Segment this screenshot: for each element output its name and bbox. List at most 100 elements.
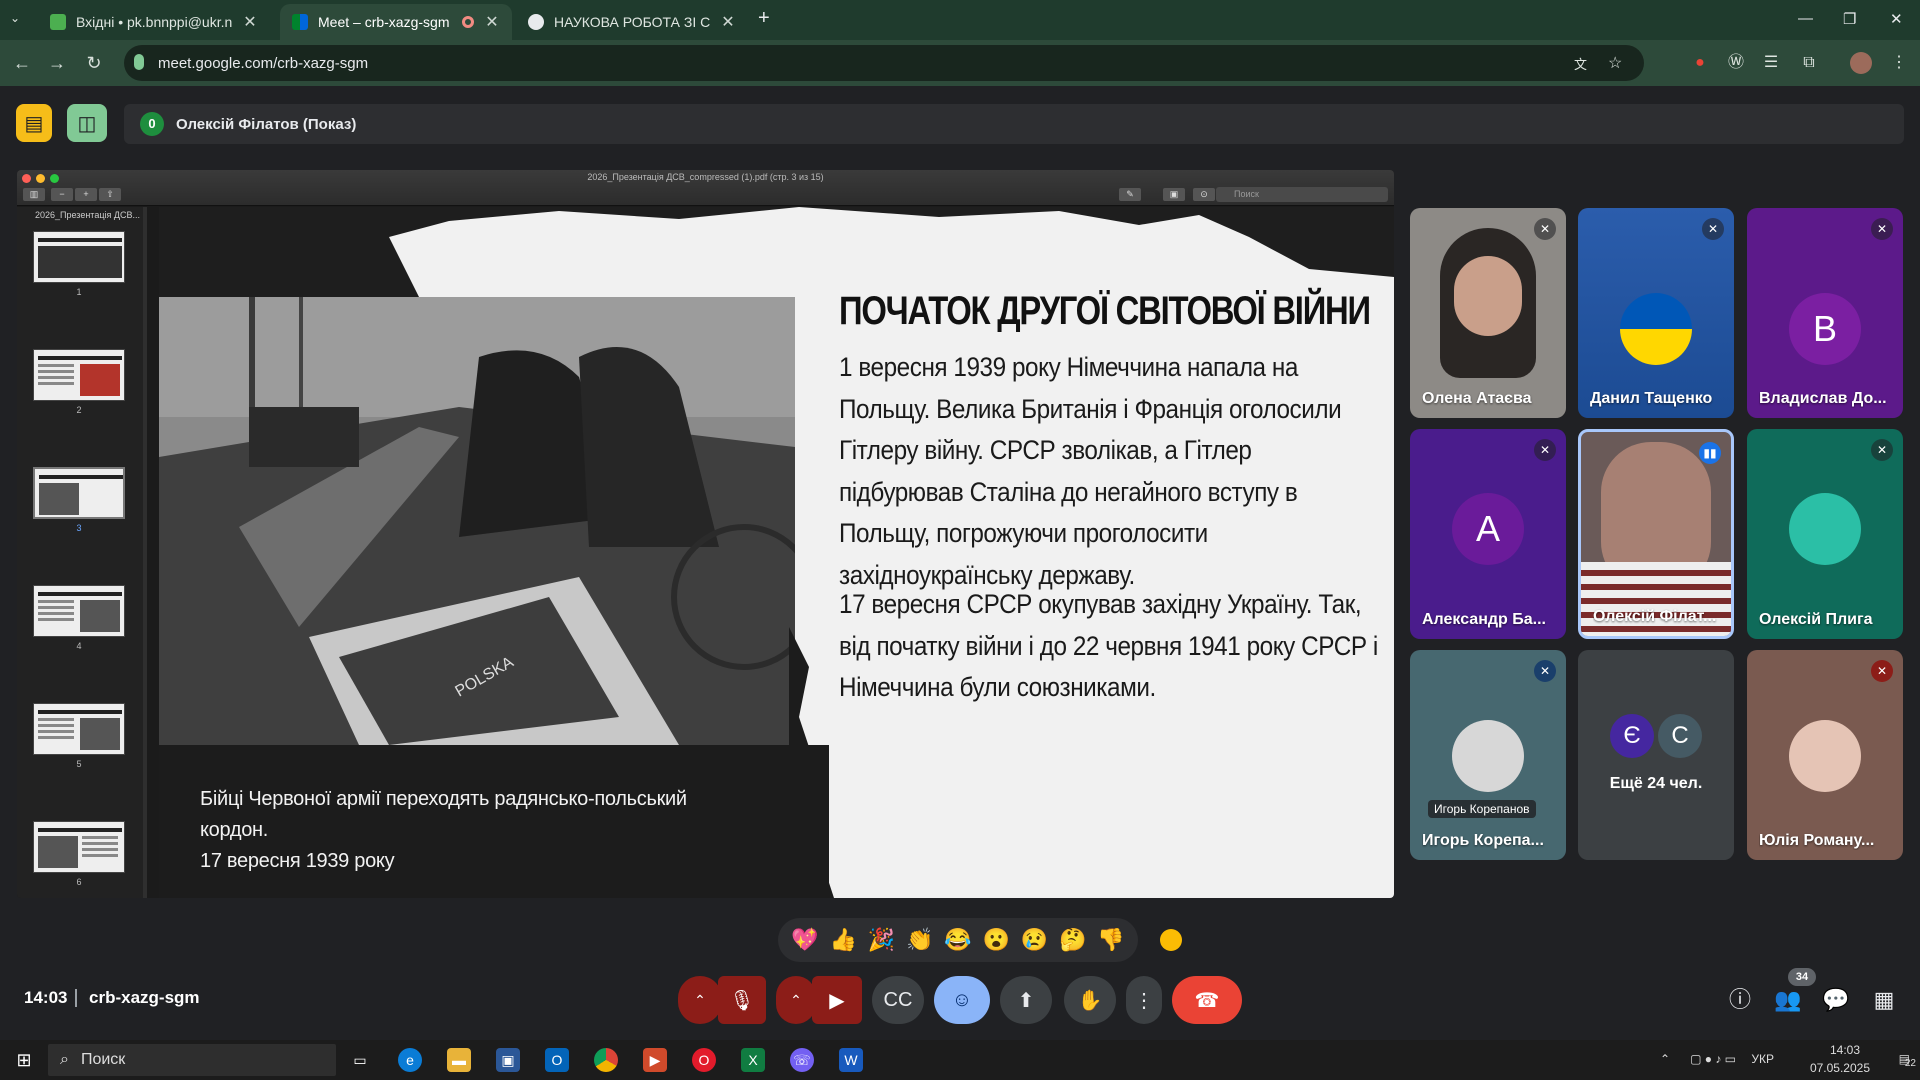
new-tab-button[interactable]: + [758, 7, 770, 30]
outlook-icon[interactable]: O [545, 1048, 569, 1072]
keyboard-language[interactable]: УКР [1751, 1052, 1774, 1066]
thumbnail-2 [33, 349, 125, 401]
task-view-icon[interactable]: ▭ [348, 1048, 372, 1072]
windows-start-icon[interactable]: ⊞ [12, 1048, 36, 1072]
reaction-thumbs-up[interactable]: 👍 [827, 927, 859, 953]
tray-chevron-icon[interactable]: ⌃ [1660, 1052, 1670, 1066]
divider [75, 989, 77, 1007]
reaction-heart[interactable]: 💖 [789, 927, 821, 953]
avatar: С [1658, 714, 1702, 758]
viber-icon[interactable]: ☏ [790, 1048, 814, 1072]
restore-icon[interactable]: ❐ [1843, 10, 1856, 28]
presentation-icon: ▤ [24, 112, 44, 135]
tab-search-icon[interactable]: ⌄ [10, 11, 20, 25]
translate-icon[interactable]: 文 [1574, 54, 1587, 73]
profile-avatar[interactable] [1850, 52, 1872, 74]
avatar [1620, 293, 1692, 365]
activities-grid-icon[interactable]: ▦ [1870, 986, 1898, 1014]
participant-name: Игорь Корепа... [1422, 832, 1544, 849]
photo-caption: Бійці Червоної армії переходять радянськ… [200, 784, 760, 877]
extension-red-icon[interactable]: ● [1689, 52, 1711, 74]
participant-tile[interactable]: ✕ Олена Атаєва [1410, 208, 1566, 418]
more-participants-label: Ещё 24 чел. [1609, 775, 1703, 792]
edge-icon[interactable]: e [398, 1048, 422, 1072]
address-bar[interactable]: meet.google.com/crb-xazg-sgm ☆ 文 [124, 45, 1644, 81]
file-explorer-icon[interactable]: ▬ [447, 1048, 471, 1072]
back-icon[interactable]: ← [10, 51, 34, 75]
taskbar-date[interactable]: 07.05.2025 [1810, 1061, 1870, 1075]
taskbar-time[interactable]: 14:03 [1830, 1043, 1860, 1057]
skin-tone-button[interactable] [1160, 929, 1182, 951]
participant-tile[interactable]: ✕ Олексій Плига [1747, 429, 1903, 639]
participant-tile[interactable]: В ✕ Владислав До... [1747, 208, 1903, 418]
more-options-button[interactable]: ⋮ [1126, 976, 1162, 1024]
share-icon: ⇧ [99, 188, 121, 201]
markup-icon: ✎ [1119, 188, 1141, 201]
chat-icon[interactable]: 💬 [1822, 986, 1850, 1014]
reaction-party[interactable]: 🎉 [866, 927, 898, 953]
tab-mail[interactable]: Вхідні • pk.bnnppi@ukr.net ✕ [38, 4, 270, 40]
extension-w-icon[interactable]: Ⓦ [1725, 52, 1747, 74]
presenter-bar: 0 Олексій Філатов (Показ) [124, 104, 1904, 144]
video-options-button[interactable]: ⌃ [776, 976, 816, 1024]
avatar [1789, 720, 1861, 792]
participant-name: Олексій Плига [1759, 611, 1873, 628]
tab-research[interactable]: НАУКОВА РОБОТА ЗІ СТУДЕНТ ✕ [516, 4, 748, 40]
participant-name: Юлія Роману... [1759, 832, 1875, 849]
excel-icon[interactable]: X [741, 1048, 765, 1072]
participant-tile[interactable]: ✕ Юлія Роману... [1747, 650, 1903, 860]
mic-toggle-button[interactable]: 🎙 [718, 976, 766, 1024]
present-button[interactable]: ⬆ [1000, 976, 1052, 1024]
close-icon[interactable]: ✕ [720, 12, 736, 32]
reaction-sad[interactable]: 😢 [1018, 927, 1050, 953]
participant-tile[interactable]: ✕ Данил Тащенко [1578, 208, 1734, 418]
reaction-clap[interactable]: 👏 [904, 927, 936, 953]
leave-call-button[interactable]: ☎ [1172, 976, 1242, 1024]
stop-presenting-button[interactable]: ▤ [16, 104, 52, 142]
extension-list-icon[interactable]: ☰ [1760, 52, 1782, 74]
layout-button[interactable]: ◫ [67, 104, 107, 142]
zoom-in-icon: + [75, 188, 97, 201]
window-close-icon[interactable]: ✕ [1890, 10, 1903, 28]
word-icon[interactable]: W [839, 1048, 863, 1072]
minimize-icon[interactable]: — [1798, 10, 1813, 27]
chrome-icon[interactable] [594, 1048, 618, 1072]
thumbnail-6 [33, 821, 125, 873]
raise-hand-button[interactable]: ✋ [1064, 976, 1116, 1024]
store-icon[interactable]: ▣ [496, 1048, 520, 1072]
people-icon[interactable]: 👥 [1774, 986, 1802, 1014]
more-participants-tile[interactable]: Є С Ещё 24 чел. [1578, 650, 1734, 860]
participant-tile[interactable]: А ✕ Александр Ба... [1410, 429, 1566, 639]
opera-icon[interactable]: O [692, 1048, 716, 1072]
browser-tab-bar: ⌄ Вхідні • pk.bnnppi@ukr.net ✕ Meet – cr… [0, 0, 1920, 40]
menu-dots-icon[interactable]: ⋮ [1888, 52, 1910, 74]
extensions-puzzle-icon[interactable]: ⧉ [1798, 52, 1820, 74]
reaction-surprised[interactable]: 😮 [980, 927, 1012, 953]
star-icon[interactable]: ☆ [1608, 53, 1622, 73]
reaction-laugh[interactable]: 😂 [942, 927, 974, 953]
captions-button[interactable]: CC [872, 976, 924, 1024]
media-player-icon[interactable]: ▶ [643, 1048, 667, 1072]
forward-icon[interactable]: → [45, 51, 69, 75]
participant-tile-active[interactable]: ▮▮ Олексій Філат... [1578, 429, 1734, 639]
close-icon[interactable]: ✕ [484, 12, 500, 32]
thumbnail-1 [33, 231, 125, 283]
audio-options-button[interactable]: ⌃ [678, 976, 722, 1024]
reaction-thinking[interactable]: 🤔 [1057, 927, 1089, 953]
tray-icons[interactable]: ▢ ● ♪ ▭ [1690, 1052, 1736, 1066]
camera-toggle-button[interactable]: ▶ [812, 976, 862, 1024]
reactions-button[interactable]: ☺ [934, 976, 990, 1024]
close-icon[interactable]: ✕ [242, 12, 258, 32]
reaction-thumbs-down[interactable]: 👎 [1095, 927, 1127, 953]
tab-meet[interactable]: Meet – crb-xazg-sgm ✕ [280, 4, 512, 40]
sidebar-toggle-icon: ▥ [23, 188, 45, 201]
search-placeholder: Поиск [1234, 189, 1259, 199]
participant-tile[interactable]: ✕ Игорь Корепанов Игорь Корепа... [1410, 650, 1566, 860]
mic-off-icon: ✕ [1534, 660, 1556, 682]
meeting-info-icon[interactable]: ⓘ [1726, 986, 1754, 1014]
slide-title: ПОЧАТОК ДРУГОЇ СВІТОВОЇ ВІЙНИ [839, 289, 1371, 333]
pdf-window-title: 2026_Презентація ДСВ_compressed (1).pdf … [587, 172, 824, 182]
taskbar-search[interactable]: ⌕ Поиск [48, 1044, 336, 1076]
present-screen-icon: ⬆ [1017, 989, 1035, 1012]
reload-icon[interactable]: ↻ [82, 51, 106, 75]
